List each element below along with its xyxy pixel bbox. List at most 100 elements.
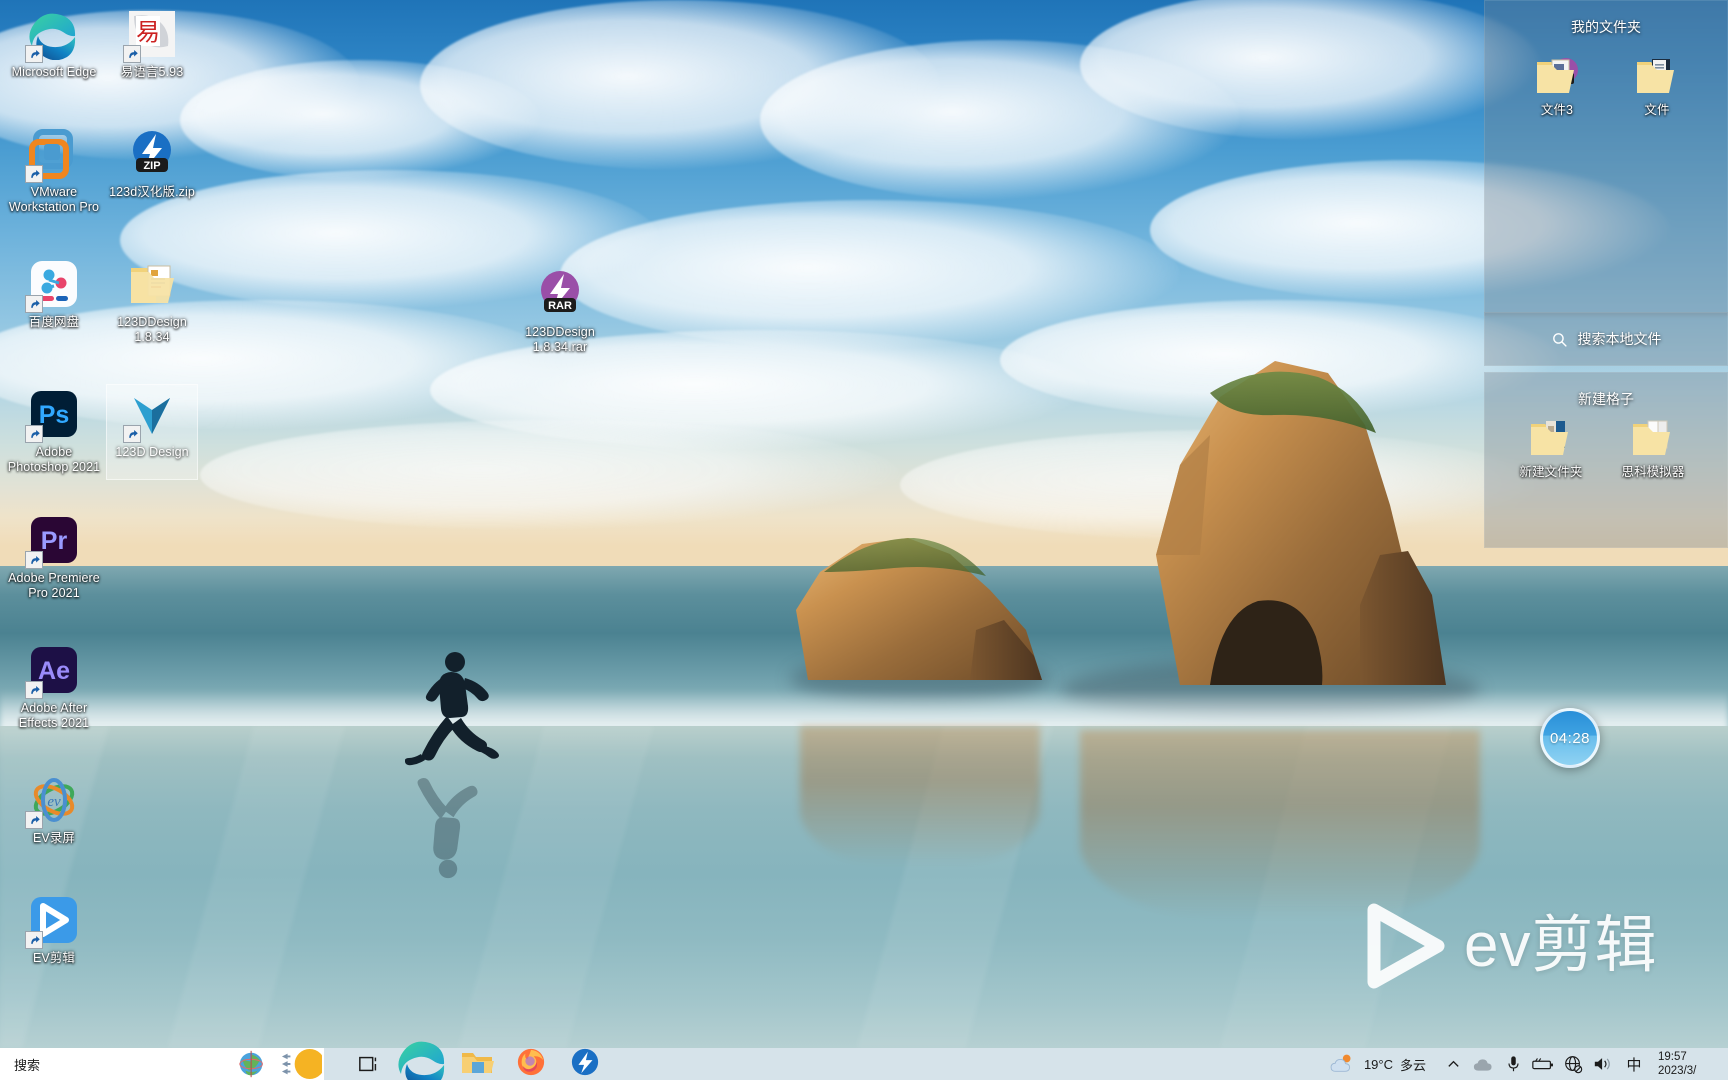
desktop-icon-label: EV录屏 [32,831,76,845]
taskbar-search-placeholder: 搜索 [14,1057,41,1073]
desktop-icon-e-language[interactable]: 易 易语言5.93 [104,8,200,80]
my-folders-panel: 我的文件夹 R 文件3 文件 [1484,0,1728,316]
my-folders-panel-title: 我的文件夹 [1571,19,1641,35]
desktop-icon-label: Adobe After Effects 2021 [18,701,90,730]
desktop-icon-label: 123DDesign 1.8.34 [117,315,187,344]
svg-text:Ps: Ps [39,401,70,429]
desktop-icon-123d-design[interactable]: 123D Design [104,384,200,480]
desktop-icon-zip-archive[interactable]: ZIP 123d汉化版.zip [104,128,200,200]
adobe-photoshop-icon: Ps [25,388,80,443]
network-globe-offline-icon [1564,1055,1582,1073]
shortcut-overlay-icon [25,551,43,569]
e-language-icon: 易 [123,8,178,63]
adobe-after-effects-icon: Ae [25,644,80,699]
ev-editor-watermark: ev剪辑 [1360,900,1657,992]
taskbar-firefox[interactable] [504,1048,558,1080]
shortcut-overlay-icon [25,681,43,699]
task-view-button[interactable] [342,1048,396,1080]
taskbar: 搜索 19°C 多云 中 19:57 2023/3/ [0,1041,1728,1080]
chevron-up-icon [1447,1060,1459,1067]
shortcut-overlay-icon [123,425,141,443]
globe-translate-icon [239,1050,263,1078]
microsoft-edge-icon [397,1036,449,1080]
desktop-icon-adobe-after-effects[interactable]: Ae Adobe After Effects 2021 [6,644,102,731]
shortcut-overlay-icon [25,165,43,183]
floating-timer-bubble[interactable]: 04:28 [1540,708,1600,768]
taskbar-edge[interactable] [396,1041,450,1080]
desktop-icon-adobe-premiere[interactable]: Pr Adobe Premiere Pro 2021 [6,514,102,601]
desktop-icon-ev-recorder[interactable]: ev EV录屏 [6,774,102,846]
desktop-icon-vmware-workstation[interactable]: VMware Workstation Pro [6,128,102,215]
task-view-icon [359,1056,377,1072]
tray-overflow-button[interactable] [1438,1048,1468,1080]
firefox-icon [516,1047,546,1080]
runner-reflection [417,778,478,879]
sphinx-rock [796,538,1042,680]
panel-item-1[interactable]: 思科模拟器 [1607,415,1699,480]
ev-recorder-icon: ev [25,774,80,829]
ime-mode-label: 中 [1626,1056,1642,1074]
taskbar-thunder[interactable] [558,1048,612,1080]
tray-volume[interactable] [1588,1048,1618,1080]
tray-onedrive[interactable] [1468,1048,1498,1080]
shortcut-overlay-icon [25,295,43,313]
speaker-icon [1594,1058,1610,1070]
panel-item-0[interactable]: R 文件3 [1511,53,1603,118]
desktop-icon-label: VMware Workstation Pro [8,185,100,214]
baidu-netdisk-icon [25,258,80,313]
local-file-search-widget[interactable]: 搜索本地文件 [1484,312,1728,366]
svg-text:ev: ev [47,794,61,810]
rock-reflection [1080,730,1480,920]
rar-archive-icon: RAR [534,268,586,320]
taskbar-pinned-area [324,1041,612,1080]
panel-item-0[interactable]: 新建文件夹 [1505,415,1597,480]
svg-text:易: 易 [136,18,160,46]
zip-archive-icon: ZIP [126,128,178,180]
weather-temperature: 19°C [1363,1056,1393,1072]
ev-editor-watermark-text: ev剪辑 [1464,911,1658,980]
shortcut-overlay-icon [25,811,43,829]
cloud-icon [1473,1058,1492,1071]
tray-microphone[interactable] [1498,1048,1528,1080]
partly-cloudy-icon [1330,1054,1351,1072]
shortcut-overlay-icon [25,425,43,443]
floating-timer-value: 04:28 [1549,729,1591,747]
desktop-icon-microsoft-edge[interactable]: Microsoft Edge [6,8,102,80]
desktop-icon-label: Adobe Photoshop 2021 [7,445,101,474]
sun-badge-icon [294,1048,322,1080]
desktop-icon-ev-editor[interactable]: EV剪辑 [6,894,102,966]
desktop-icon-baidu-netdisk[interactable]: 百度网盘 [6,258,102,330]
weather-description: 多云 [1399,1057,1426,1073]
panel-item-label: 思科模拟器 [1621,465,1685,479]
microphone-icon [1507,1056,1519,1072]
svg-text:RAR: RAR [548,300,572,312]
desktop-icon-label: Adobe Premiere Pro 2021 [8,571,100,600]
shortcut-overlay-icon [123,45,141,63]
ev-editor-icon [25,894,80,949]
desktop-icon-adobe-photoshop[interactable]: Ps Adobe Photoshop 2021 [6,388,102,475]
folder-icon [1634,53,1680,99]
search-icon [1552,332,1567,347]
desktop-icon-label: 易语言5.93 [120,65,184,79]
svg-text:ZIP: ZIP [143,160,160,172]
desktop-icon-folder[interactable]: 123DDesign 1.8.34 [104,258,200,345]
taskbar-weather[interactable]: 19°C 多云 [1317,1048,1438,1080]
tray-network[interactable] [1558,1048,1588,1080]
panel-item-1[interactable]: 文件 [1611,53,1703,118]
svg-text:Pr: Pr [41,527,68,555]
file-explorer-icon [460,1047,494,1080]
desktop-icon-rar-archive[interactable]: RAR 123DDesign 1.8.34.rar [512,268,608,355]
local-file-search-placeholder: 搜索本地文件 [1577,331,1662,347]
taskbar-clock[interactable]: 19:57 2023/3/ [1650,1048,1724,1080]
tray-ime-indicator[interactable]: 中 [1618,1048,1650,1080]
taskbar-search-box[interactable]: 搜索 [0,1048,232,1080]
folder-icon [1528,415,1574,461]
panel-item-label: 新建文件夹 [1519,465,1583,479]
taskbar-translate-widget[interactable] [232,1048,324,1080]
taskbar-file-explorer[interactable] [450,1048,504,1080]
panel-item-label: 文件3 [1540,103,1574,117]
new-grid-panel-title: 新建格子 [1578,391,1634,407]
archway-rock [1156,361,1446,685]
microsoft-edge-icon [25,8,80,63]
tray-battery[interactable] [1528,1048,1558,1080]
